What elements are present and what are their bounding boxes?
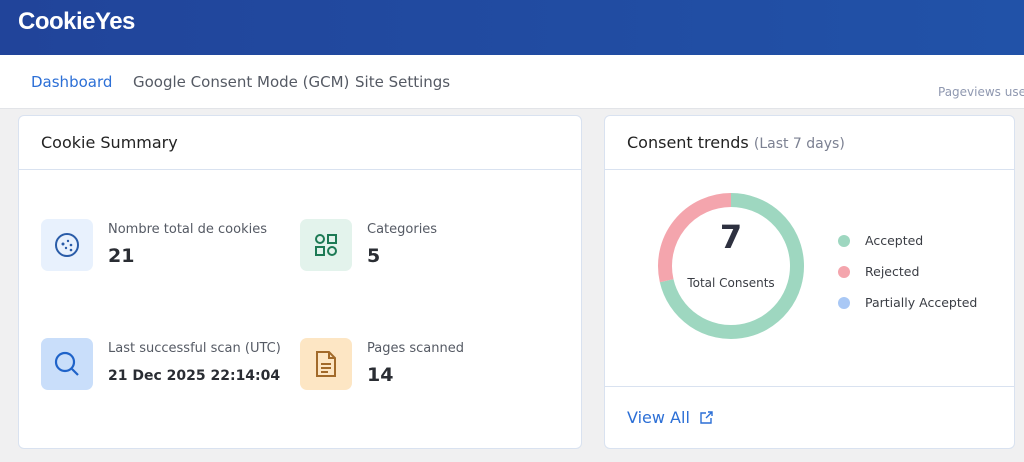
cookie-icon	[41, 219, 93, 271]
stat-value: 21 Dec 2025 22:14:04	[108, 368, 281, 384]
top-bar: CookieYes	[0, 0, 1024, 55]
legend-label: Rejected	[865, 264, 920, 279]
stat-label: Categories	[367, 222, 438, 237]
tab-dashboard[interactable]: Dashboard	[31, 73, 112, 91]
cookieyes-logo[interactable]: CookieYes	[18, 8, 135, 36]
consent-donut-chart	[658, 193, 804, 339]
legend-accepted: Accepted	[838, 233, 923, 248]
stat-last-scan: Last successful scan (UTC) 21 Dec 2025 22…	[41, 338, 281, 390]
total-consents-value: 7	[719, 218, 743, 256]
card-title: Consent trends (Last 7 days)	[605, 116, 1014, 170]
total-consents-label: Total Consents	[687, 276, 775, 290]
stat-pages-scanned: Pages scanned 14	[300, 338, 464, 390]
nav-tabs: Dashboard Google Consent Mode (GCM) Site…	[0, 55, 1024, 109]
cookie-summary-card: Cookie Summary	[18, 115, 582, 449]
categories-grid-icon	[300, 219, 352, 271]
stat-categories: Categories 5	[300, 219, 437, 271]
legend-dot	[838, 296, 850, 309]
document-icon	[300, 338, 352, 390]
legend-label: Accepted	[865, 233, 924, 248]
external-link-icon	[700, 411, 713, 424]
stat-value: 5	[367, 245, 381, 267]
legend-dot	[838, 234, 850, 247]
pageviews-used-label: Pageviews used	[938, 85, 1024, 99]
view-all-label: View All	[627, 408, 690, 427]
stat-value: 21	[108, 245, 135, 267]
stat-label: Pages scanned	[367, 341, 464, 356]
stat-label: Last successful scan (UTC)	[108, 341, 281, 356]
card-title-text: Consent trends	[627, 133, 749, 152]
stat-label: Nombre total de cookies	[108, 222, 267, 237]
card-subtitle: (Last 7 days)	[753, 136, 845, 152]
legend-label: Partially Accepted	[865, 295, 978, 310]
view-all-link[interactable]: View All	[627, 408, 713, 427]
legend-partially-accepted: Partially Accepted	[838, 295, 977, 310]
stat-value: 14	[367, 364, 394, 386]
tab-gcm[interactable]: Google Consent Mode (GCM)	[133, 73, 349, 91]
search-icon	[41, 338, 93, 390]
tab-site-settings[interactable]: Site Settings	[355, 73, 450, 91]
card-title: Cookie Summary	[19, 116, 581, 170]
legend-dot	[838, 265, 850, 278]
legend-rejected: Rejected	[838, 264, 919, 279]
stat-total-cookies: Nombre total de cookies 21	[41, 219, 267, 271]
